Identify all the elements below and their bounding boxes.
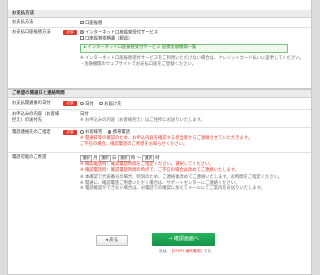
option-delivery[interactable]: お届け先 xyxy=(99,101,121,107)
call-time-label: 電話可能のご希望 xyxy=(12,155,47,160)
call-time-note-3: ※ 本確認で代表番号の場合、時刻のため、ご連絡後改めてご連絡いたします。お時間を… xyxy=(80,175,283,180)
phone-contact-options: お客様宅 携帯電話 ※ 開通日等の確認のため、お申込内容を確認する担当者からご連… xyxy=(80,130,307,147)
option-home-phone[interactable]: お客様宅 xyxy=(80,130,102,135)
debit-method-label: お支払口座振替方法 xyxy=(12,30,51,35)
radio-icon xyxy=(80,101,84,106)
chevron-left-icon: ◂ xyxy=(105,238,108,243)
call-time-note-2: ※ 確認電話時：確認電話時間の時点で、ご不在の場合は改めてご連絡いたします。 xyxy=(80,167,240,173)
payment-method-checkbox[interactable] xyxy=(80,20,84,25)
radio-icon xyxy=(80,30,84,34)
phone-contact-row: 電話連絡先のご指定 必須 お客様宅 携帯電話 ※ 開通日等の確認のため、お申込内… xyxy=(8,128,311,153)
payment-panel: お支払方法 お支払方法 口座振替 お支払口座振替方法 必須 インターネット口座振… xyxy=(7,0,312,89)
hour-to-unit: 時 xyxy=(155,156,160,161)
bank-list-link[interactable]: ▸ インターネット口座振替受付サービス 提携金融機関一覧 xyxy=(80,44,288,53)
start-date-options: 日付 お届け先 xyxy=(80,101,307,107)
arrow-icon: ▸ xyxy=(84,45,87,50)
required-badge: 必須 xyxy=(63,101,77,106)
day-unit: 日 xyxy=(112,156,117,161)
debit-notes: ※ インターネット口座振替受付サービスをご利用いただけない場合は、クレジットカー… xyxy=(80,56,307,67)
call-time-selects: 選択月 選択日 選択時 ～ 選択時 xyxy=(80,155,307,162)
debit-method-row: お支払口座振替方法 必須 インターネット口座振替受付サービス 口座振替依頼書（郵… xyxy=(8,28,311,85)
option-mail-debit[interactable]: 口座振替依頼書（郵送） xyxy=(80,36,307,42)
radio-icon xyxy=(99,101,103,106)
month-unit: 月 xyxy=(93,156,98,161)
debit-method-options: インターネット口座振替受付サービス 口座振替依頼書（郵送） xyxy=(80,30,307,42)
call-time-note-5: ※ 電話確認ができない場合は、お電話での確認に加えてメールにてご案内をお送りいた… xyxy=(80,186,265,191)
phone-note-2: ご不在の場合、確認電話のご希望をお知らせください。 xyxy=(80,141,188,147)
section-title-payment: お支払方法 xyxy=(8,10,311,18)
page: お支払方法 お支払方法 口座振替 お支払口座振替方法 必須 インターネット口座振… xyxy=(0,0,320,275)
hour-to-select[interactable]: 選択 xyxy=(142,155,155,162)
option-date[interactable]: 日付 xyxy=(80,101,94,107)
payment-method-text: 口座振替 xyxy=(85,21,103,26)
call-time-content: 選択月 選択日 選択時 ～ 選択時 ※ 確認電話時：確認電話時間をご指定ください… xyxy=(80,155,307,192)
receipt-destination-note: ※ お申込みの内容（お客様控え）はご住所にお送りいたします。 xyxy=(80,117,205,123)
next-step-note: 次は、【STEP5 最終確認】です。 xyxy=(159,249,215,253)
hour-from-unit: 時 xyxy=(130,156,136,161)
hour-from-select[interactable]: 選択 xyxy=(117,155,130,162)
call-time-row: 電話可能のご希望 選択月 選択日 選択時 ～ 選択時 ※ 確認電話時：確認電話時… xyxy=(8,153,311,213)
start-date-row: お支払開通後の日付 必須 日付 お届け先 xyxy=(8,99,311,110)
debit-note-2: ・金融機関のウェブサイトでお支払口座をご登録ください。 xyxy=(80,61,197,67)
month-select[interactable]: 選択 xyxy=(80,155,93,162)
radio-icon xyxy=(80,130,84,134)
phone-contact-label: 電話連絡先のご指定 xyxy=(12,130,51,135)
arrow-right-icon: → xyxy=(168,236,173,242)
section-title-schedule: ご希望の開通日と連絡時間 xyxy=(8,90,311,98)
payment-method-label: お支払方法 xyxy=(12,20,34,25)
start-date-label: お支払開通後の日付 xyxy=(12,101,51,106)
day-select[interactable]: 選択 xyxy=(98,155,112,162)
payment-method-value: 口座振替 xyxy=(80,20,307,26)
receipt-destination-value: 日付 ※ お申込みの内容（お客様控え）はご住所にお送りいたします。 xyxy=(80,112,307,123)
receipt-destination-row: お申込みの内容（お客様控え）の送付先 日付 ※ お申込みの内容（お客様控え）はご… xyxy=(8,110,311,128)
confirm-button[interactable]: → 確認画面へ xyxy=(152,233,215,246)
receipt-destination-label: お申込みの内容（お客様控え）の送付先 xyxy=(12,112,60,123)
checkbox-icon xyxy=(80,36,84,40)
footer xyxy=(7,260,312,275)
debit-note-1: ※ インターネット口座振替受付サービスをご利用いただけない場合は、クレジットカー… xyxy=(80,56,304,61)
required-badge: 必須 xyxy=(63,30,77,35)
option-mobile-phone[interactable]: 携帯電話 xyxy=(107,130,130,135)
required-badge: 必須 xyxy=(63,130,77,135)
radio-icon xyxy=(107,130,112,134)
payment-method-row: お支払方法 口座振替 xyxy=(8,18,311,28)
back-button[interactable]: ◂ 戻る xyxy=(96,235,128,246)
